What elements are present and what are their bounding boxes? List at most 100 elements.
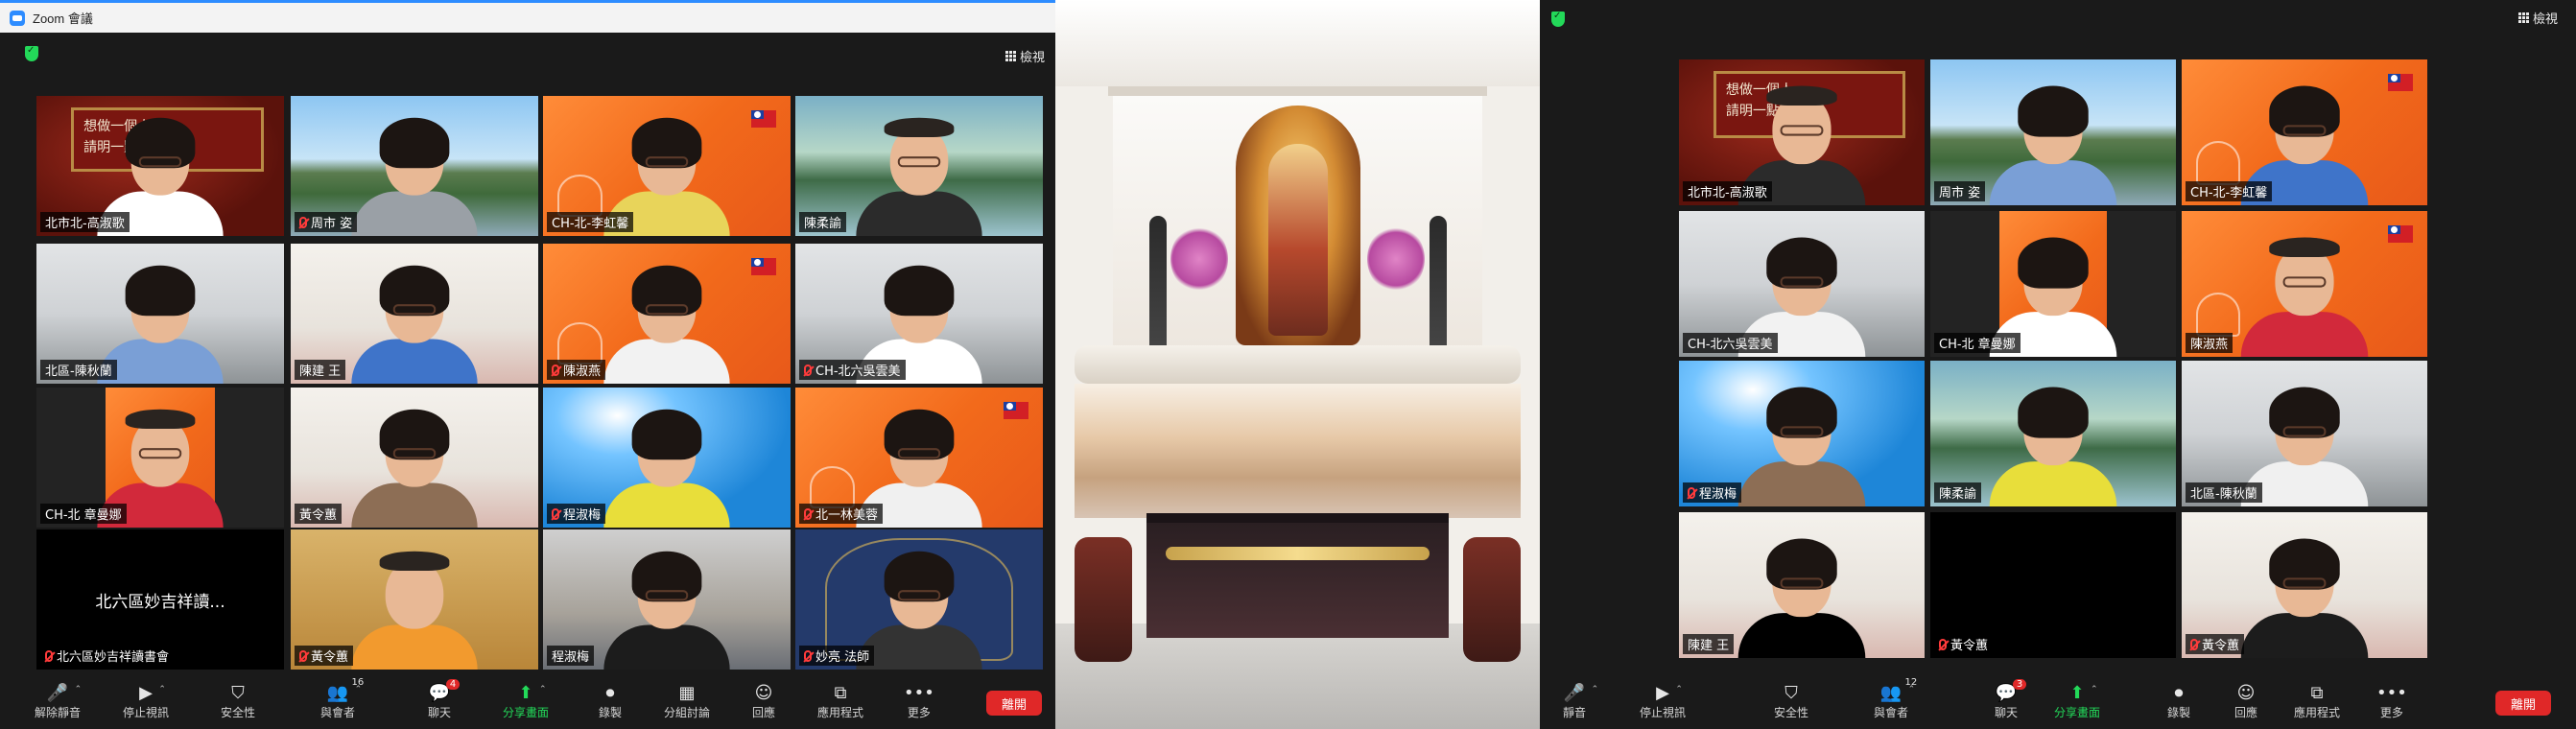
video-tile[interactable]: 妙亮 法師	[795, 529, 1043, 670]
chat-label: 聊天	[1995, 706, 2019, 719]
encryption-shield-icon[interactable]	[25, 45, 38, 61]
participant-name: 陳淑燕	[563, 364, 602, 379]
chevron-up-icon[interactable]: ⌃	[539, 685, 547, 694]
chevron-up-icon[interactable]: ⌃	[1908, 685, 1916, 694]
participant-name-label: 北區-陳秋蘭	[2186, 482, 2262, 503]
participant-body	[351, 339, 478, 384]
chevron-up-icon[interactable]: ⌃	[158, 685, 166, 694]
encryption-shield-icon[interactable]	[1551, 11, 1565, 27]
video-tile[interactable]: 程淑梅	[543, 529, 791, 670]
video-tile[interactable]: 想做一個人 請明一點裡 北市北-高淑歌	[36, 96, 284, 236]
chevron-up-icon[interactable]: ⌃	[1675, 685, 1683, 694]
participants-button[interactable]: 👥 16 ⌃ 與會者	[320, 677, 364, 720]
stop-video-button[interactable]: ▶ ⌃ 停止視訊	[1640, 681, 1686, 720]
security-button[interactable]: ⛉ 安全性	[1774, 681, 1808, 720]
video-tile[interactable]: CH-北 章曼娜	[36, 388, 284, 528]
participant-name: 北市北-高淑歌	[1688, 186, 1767, 200]
participant-face	[2018, 85, 2089, 165]
video-tile[interactable]: CH-北-李虹馨	[543, 96, 791, 236]
video-tile[interactable]: CH-北 章曼娜	[1930, 211, 2176, 357]
video-tile[interactable]: 陳柔諭	[1930, 361, 2176, 506]
participant-hair	[379, 551, 450, 571]
glasses	[392, 304, 437, 316]
participant-name: 陳建 王	[299, 364, 342, 379]
video-tile[interactable]: 陳淑燕	[2182, 211, 2427, 357]
breakout-rooms-label: 分組討論	[664, 706, 711, 719]
apps-button[interactable]: ⧉ 應用程式	[2294, 681, 2340, 720]
participant-name: 黃令蕙	[311, 650, 349, 665]
chevron-up-icon[interactable]: ⌃	[2091, 685, 2098, 694]
participants-label: 與會者	[1874, 706, 1909, 719]
participant-video	[2240, 237, 2369, 357]
video-tile[interactable]: 北六區妙吉祥讀... 北六區妙吉祥讀書會	[36, 529, 284, 670]
video-tile[interactable]: 黃令蕙	[291, 388, 538, 528]
share-screen-button[interactable]: ⬆ ⌃ 分享畫面	[2054, 681, 2100, 720]
reactions-button[interactable]: ☺ 回應	[2234, 681, 2257, 720]
mic-muted-icon	[804, 507, 812, 520]
video-tile[interactable]: CH-北六吳雲美	[795, 244, 1043, 384]
participant-video	[351, 265, 478, 384]
share-screen-button[interactable]: ⬆ ⌃ 分享畫面	[503, 681, 549, 720]
video-tile[interactable]: 陳建 王	[1679, 512, 1925, 658]
mute-button[interactable]: 🎤 ⌃ 靜音	[1563, 681, 1598, 720]
security-button[interactable]: ⛉ 安全性	[221, 681, 255, 720]
video-tile[interactable]: 陳柔諭	[795, 96, 1043, 236]
security-label: 安全性	[221, 706, 256, 719]
video-tile[interactable]: 程淑梅	[543, 388, 791, 528]
participant-hair	[379, 117, 450, 169]
video-tile[interactable]: 北區-陳秋蘭	[36, 244, 284, 384]
view-button-right[interactable]: 檢視	[2518, 9, 2558, 27]
video-tile[interactable]: 想做一個人 請明一點裡 北市北-高淑歌	[1679, 59, 1925, 205]
participant-video	[856, 551, 982, 670]
participant-body	[603, 624, 730, 670]
glasses	[645, 156, 689, 168]
reactions-button[interactable]: ☺ 回應	[752, 681, 775, 720]
chevron-up-icon[interactable]: ⌃	[75, 685, 83, 694]
video-tile[interactable]: 周市 姿	[1930, 59, 2176, 205]
share-screen-icon: ⬆ ⌃	[518, 682, 547, 703]
record-button[interactable]: ⏺ 錄製	[2167, 681, 2190, 720]
view-button[interactable]: 檢視	[1005, 47, 1045, 65]
more-button[interactable]: ••• 更多	[904, 681, 934, 720]
video-tile[interactable]: 北區-陳秋蘭	[2182, 361, 2427, 506]
participant-face	[631, 117, 702, 196]
participant-name: 北六區妙吉祥讀書會	[57, 650, 170, 665]
security-label: 安全性	[1774, 706, 1809, 719]
video-tile[interactable]: 程淑梅	[1679, 361, 1925, 506]
leave-meeting-button[interactable]: 離開	[2495, 691, 2551, 716]
video-tile[interactable]: CH-北-李虹馨	[2182, 59, 2427, 205]
participant-face	[631, 409, 702, 487]
chat-button[interactable]: 💬 4 聊天	[428, 679, 461, 720]
stop-video-button[interactable]: ▶ ⌃ 停止視訊	[123, 681, 169, 720]
video-tile[interactable]: 黃令蕙	[291, 529, 538, 670]
more-label: 更多	[2379, 706, 2403, 719]
video-tile[interactable]: 陳淑燕	[543, 244, 791, 384]
vase-left	[1075, 537, 1132, 662]
leave-meeting-button[interactable]: 離開	[986, 691, 1042, 716]
chat-button[interactable]: 💬 3 聊天	[1995, 679, 2027, 720]
participant-name: 陳淑燕	[2190, 338, 2229, 352]
participant-name: 妙亮 法師	[815, 650, 870, 665]
video-tile[interactable]: CH-北六吳雲美	[1679, 211, 1925, 357]
participant-name: CH-北-李虹馨	[2190, 186, 2268, 200]
chevron-up-icon[interactable]: ⌃	[1592, 685, 1599, 694]
participant-body	[856, 624, 982, 670]
apps-button[interactable]: ⧉ 應用程式	[817, 681, 863, 720]
more-button[interactable]: ••• 更多	[2376, 681, 2407, 720]
participant-face	[884, 409, 955, 487]
video-tile[interactable]: 北一林美蓉	[795, 388, 1043, 528]
video-tile[interactable]: 陳建 王	[291, 244, 538, 384]
participant-name: CH-北六吳雲美	[815, 364, 901, 379]
participant-face	[1766, 237, 1837, 317]
video-tile[interactable]: 黃令蕙	[2182, 512, 2427, 658]
glasses	[2282, 125, 2327, 136]
participant-name-label: CH-北六吳雲美	[1683, 333, 1778, 353]
video-tile[interactable]: 周市 姿	[291, 96, 538, 236]
unmute-button[interactable]: 🎤 ⌃ 解除靜音	[35, 681, 83, 720]
record-button[interactable]: ⏺ 錄製	[599, 681, 622, 720]
breakout-rooms-button[interactable]: ▦ 分組討論	[664, 681, 710, 720]
participant-name: 北區-陳秋蘭	[45, 364, 112, 379]
chevron-up-icon[interactable]: ⌃	[355, 685, 363, 694]
participants-button[interactable]: 👥 12 ⌃ 與會者	[1874, 677, 1917, 720]
video-tile[interactable]: 黃令蕙	[1930, 512, 2176, 658]
